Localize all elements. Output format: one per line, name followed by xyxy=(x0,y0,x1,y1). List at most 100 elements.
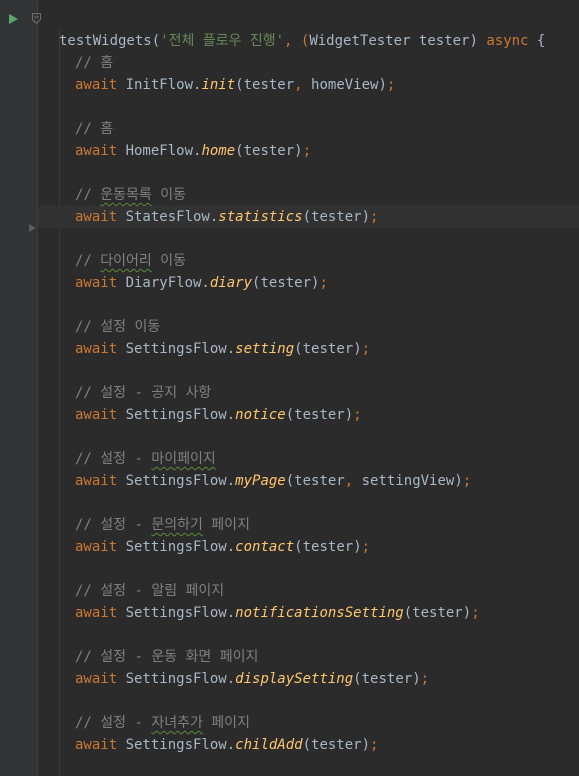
flow-method: init xyxy=(201,77,236,93)
semicolon: ; xyxy=(302,143,312,159)
flow-method: diary xyxy=(209,275,253,291)
call-args: (tester xyxy=(285,473,345,489)
await-text-wrap: await SettingsFlow.notificationsSetting(… xyxy=(75,602,480,624)
comment-line[interactable]: // 설정 - 마이페이지 xyxy=(38,448,579,470)
comment-text-wrap: // 설정 - 문의하기 페이지 xyxy=(75,514,250,536)
await-line[interactable]: await SettingsFlow.setting(tester); xyxy=(38,338,579,360)
bookmark-arrow-icon xyxy=(29,224,36,232)
await-keyword: await xyxy=(75,275,126,291)
comment-prefix: // xyxy=(75,319,101,335)
flow-method: childAdd xyxy=(235,737,303,753)
flow-object: SettingsFlow. xyxy=(125,407,236,423)
await-line[interactable]: await SettingsFlow.contact(tester); xyxy=(38,536,579,558)
call-close: ) xyxy=(361,737,371,753)
semicolon: ; xyxy=(386,77,396,93)
comment-prefix: // xyxy=(75,385,101,401)
comment-text-wrap: // 설정 - 공지 사항 xyxy=(75,382,211,404)
flow-method: home xyxy=(201,143,236,159)
await-keyword: await xyxy=(75,473,126,489)
flow-method: displaySetting xyxy=(235,671,354,687)
call-args: (tester xyxy=(252,275,312,291)
call-args: (tester xyxy=(353,671,413,687)
comment-text-wrap: // 설정 - 알림 페이지 xyxy=(75,580,224,602)
flow-object: SettingsFlow. xyxy=(125,473,236,489)
arg-comma: , xyxy=(344,473,354,489)
await-keyword: await xyxy=(75,737,126,753)
await-line[interactable]: await InitFlow.init(tester, homeView); xyxy=(38,74,579,96)
comment-line[interactable]: // 홈 xyxy=(38,52,579,74)
run-test-icon[interactable] xyxy=(9,14,18,24)
extra-arg: homeView xyxy=(302,77,379,93)
code-editor[interactable]: testWidgets('전체 플로우 진행', (WidgetTester t… xyxy=(38,0,579,776)
comment-text: 홈 xyxy=(100,121,114,137)
await-line[interactable]: await StatesFlow.statistics(tester); xyxy=(38,206,579,228)
await-text-wrap: await StatesFlow.statistics(tester); xyxy=(75,206,378,228)
call-close: ) xyxy=(353,341,362,357)
comment-rest: 이동 xyxy=(151,187,187,203)
await-line[interactable]: await HomeFlow.home(tester); xyxy=(38,140,579,162)
await-line[interactable]: await SettingsFlow.displaySetting(tester… xyxy=(38,668,579,690)
comment-prefix: // 설정 - xyxy=(75,517,152,533)
flow-method: contact xyxy=(235,539,295,555)
comment-line[interactable]: // 설정 - 운동 화면 페이지 xyxy=(38,646,579,668)
comment-prefix: // xyxy=(75,649,101,665)
comment-text-wrap: // 홈 xyxy=(75,52,113,74)
call-close: ) xyxy=(412,671,421,687)
semicolon: ; xyxy=(361,341,371,357)
await-text-wrap: await SettingsFlow.childAdd(tester); xyxy=(75,734,378,756)
open-brace: { xyxy=(528,33,546,49)
await-text-wrap: await SettingsFlow.contact(tester); xyxy=(75,536,370,558)
comment-text: 문의하기 xyxy=(151,517,203,533)
comment-text: 마이페이지 xyxy=(151,451,216,467)
await-keyword: await xyxy=(75,671,126,687)
comment-text-wrap: // 운동목록 이동 xyxy=(75,184,186,206)
comment-text-wrap: // 홈 xyxy=(75,118,113,140)
semicolon: ; xyxy=(353,407,362,423)
comment-prefix: // xyxy=(75,121,101,137)
comment-prefix: // xyxy=(75,187,101,203)
call-args: (tester xyxy=(302,209,362,225)
extra-arg: settingView xyxy=(353,473,455,489)
semicolon: ; xyxy=(471,605,480,621)
call-close: ) xyxy=(344,407,354,423)
call-args: (tester xyxy=(302,737,362,753)
call-args: (tester xyxy=(285,407,345,423)
comment-prefix: // 설정 - xyxy=(75,451,152,467)
await-line[interactable]: await DiaryFlow.diary(tester); xyxy=(38,272,579,294)
comment-rest: 이동 xyxy=(151,253,187,269)
await-keyword: await xyxy=(75,605,126,621)
comment-line[interactable]: // 설정 - 알림 페이지 xyxy=(38,580,579,602)
flow-object: InitFlow. xyxy=(125,77,202,93)
flow-method: setting xyxy=(235,341,295,357)
comment-line[interactable]: // 설정 이동 xyxy=(38,316,579,338)
await-line[interactable]: await SettingsFlow.notice(tester); xyxy=(38,404,579,426)
call-args: (tester xyxy=(235,143,295,159)
comment-text: 설정 이동 xyxy=(100,319,161,335)
flow-method: myPage xyxy=(235,473,286,489)
await-line[interactable]: await SettingsFlow.notificationsSetting(… xyxy=(38,602,579,624)
call-close: ) xyxy=(378,77,387,93)
paren-open: ( xyxy=(151,33,161,49)
comment-text: 홈 xyxy=(100,55,114,71)
editor-gutter xyxy=(0,0,41,776)
comment-line[interactable]: // 홈 xyxy=(38,118,579,140)
code-line-header[interactable]: testWidgets('전체 플로우 진행', (WidgetTester t… xyxy=(38,8,579,49)
comment-line[interactable]: // 설정 - 문의하기 페이지 xyxy=(38,514,579,536)
await-text-wrap: await SettingsFlow.setting(tester); xyxy=(75,338,370,360)
await-text-wrap: await SettingsFlow.notice(tester); xyxy=(75,404,362,426)
await-line[interactable]: await SettingsFlow.childAdd(tester); xyxy=(38,734,579,756)
comment-line[interactable]: // 설정 - 공지 사항 xyxy=(38,382,579,404)
await-line[interactable]: await SettingsFlow.myPage(tester, settin… xyxy=(38,470,579,492)
flow-object: SettingsFlow. xyxy=(125,341,236,357)
comment-text: 설정 - 알림 페이지 xyxy=(100,583,225,599)
comment-text: 운동목록 xyxy=(100,187,152,203)
comment-line[interactable]: // 운동목록 이동 xyxy=(38,184,579,206)
comment-line[interactable]: // 설정 - 자녀추가 페이지 xyxy=(38,712,579,734)
await-text-wrap: await SettingsFlow.displaySetting(tester… xyxy=(75,668,429,690)
call-close: ) xyxy=(454,473,463,489)
call-close: ) xyxy=(294,143,303,159)
await-text-wrap: await DiaryFlow.diary(tester); xyxy=(75,272,328,294)
flow-method: notice xyxy=(235,407,286,423)
comment-line[interactable]: // 다이어리 이동 xyxy=(38,250,579,272)
arg-comma: , xyxy=(294,77,303,93)
